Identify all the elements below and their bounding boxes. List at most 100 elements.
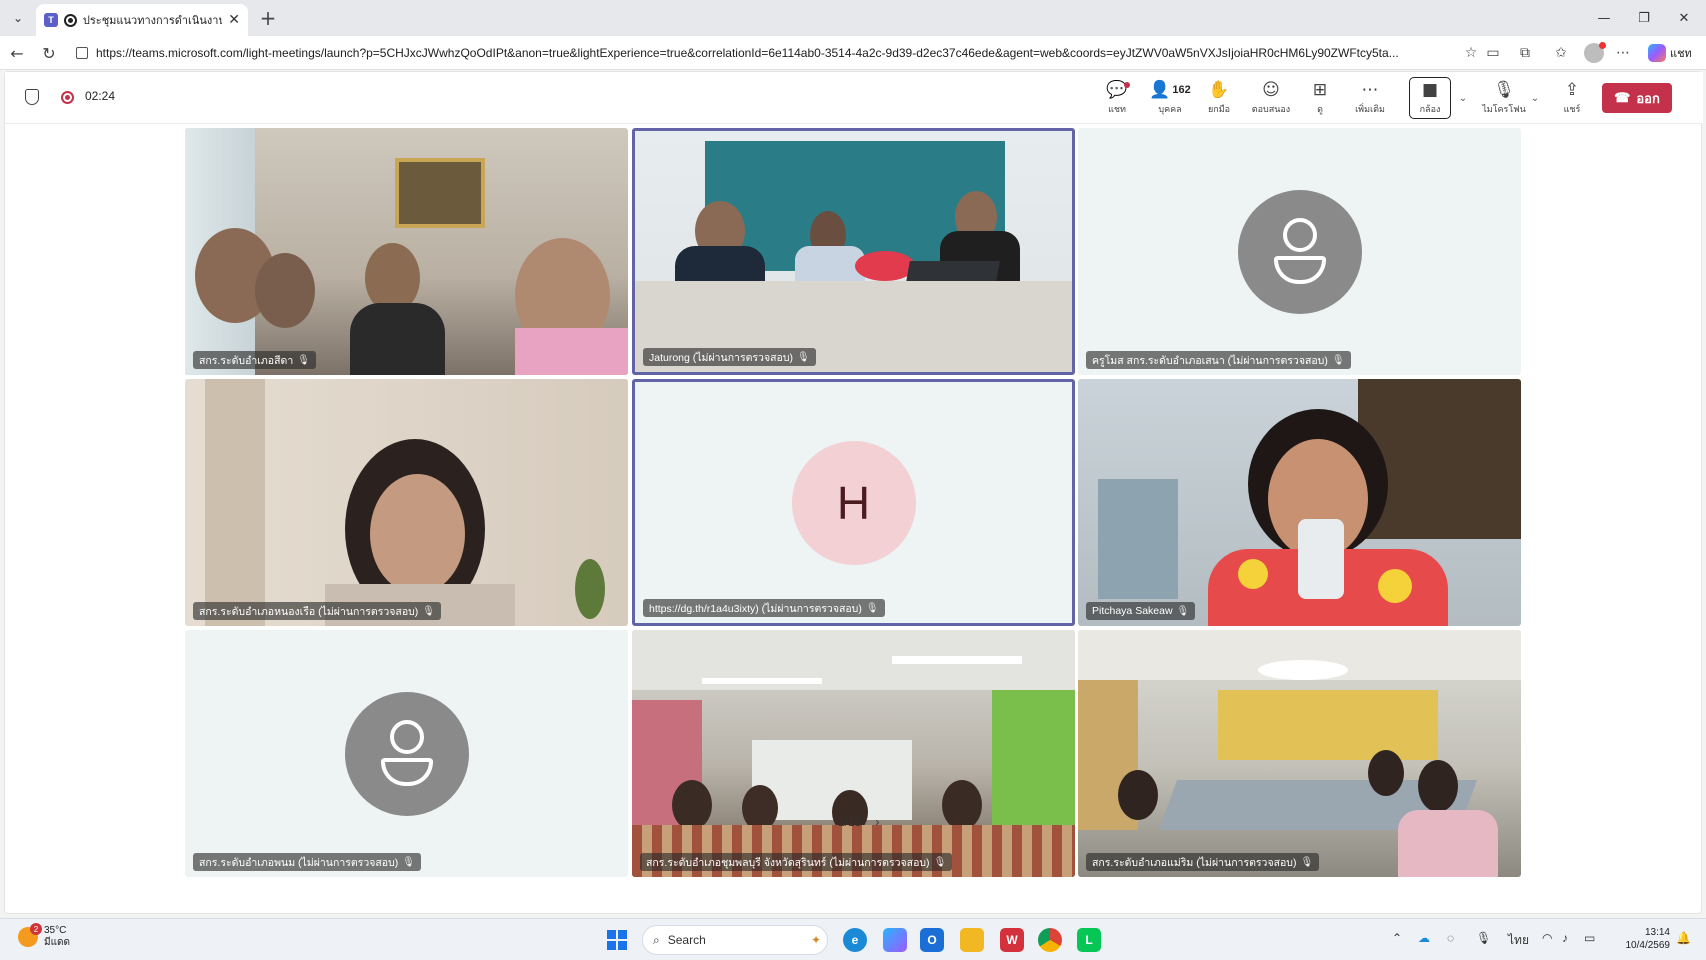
camera-button[interactable]: ■ กล้อง [1409, 77, 1451, 119]
emoji-icon: ☺ [1262, 80, 1280, 100]
video-camera-icon: ■ [1421, 80, 1439, 100]
more-icon: ⋯ [1361, 80, 1379, 100]
previous-page-icon[interactable]: ‹ [820, 815, 824, 829]
participant-video [1078, 630, 1521, 877]
mic-options-chevron-icon[interactable]: ⌄ [1527, 88, 1543, 108]
meeting-timer: 02:24 [85, 89, 116, 103]
battery-icon[interactable]: ▭ [1584, 931, 1595, 945]
camera-permission-icon[interactable]: ▭ [1484, 44, 1502, 62]
language-indicator[interactable]: ไทย [1508, 931, 1529, 950]
participant-video [185, 128, 628, 375]
react-button[interactable]: ☺ ตอบสนอง [1245, 78, 1297, 118]
hand-icon: ✋ [1208, 80, 1230, 100]
copilot-app-icon[interactable] [883, 928, 907, 952]
site-info-icon[interactable] [76, 47, 88, 59]
search-highlight-icon: ✦ [810, 933, 821, 947]
weather-desc: มีแดด [44, 937, 71, 948]
reload-button[interactable]: ↻ [38, 42, 60, 64]
video-tile[interactable]: สกร.ระดับอำเภอแม่ริม (ไม่ผ่านการตรวจสอบ)… [1078, 630, 1521, 877]
participant-video [1078, 379, 1521, 626]
shield-icon[interactable] [25, 89, 39, 105]
volume-icon[interactable]: ♪ [1562, 931, 1568, 945]
camera-options-chevron-icon[interactable]: ⌄ [1455, 88, 1471, 108]
restore-button[interactable]: ❐ [1624, 6, 1664, 30]
browser-tab-active[interactable]: T ประชุมแนวทางการดำเนินงาน ✕ [36, 4, 248, 36]
mic-muted-icon: 🎙 [1331, 354, 1345, 366]
more-button[interactable]: ⋯ เพิ่มเติม [1345, 78, 1395, 118]
notifications-icon[interactable]: 🔔 [1676, 931, 1691, 945]
file-explorer-icon[interactable] [960, 928, 984, 952]
taskbar-search[interactable]: ⌕ Search ✦ [642, 925, 828, 955]
close-window-button[interactable]: ✕ [1664, 6, 1704, 30]
video-tile[interactable]: สกร.ระดับอำเภอชุมพลบุรี จังหวัดสุรินทร์ … [632, 630, 1075, 877]
favorites-icon[interactable]: ✩ [1552, 44, 1570, 62]
copilot-label: แชท [1670, 47, 1692, 60]
weather-badge: 2 [30, 923, 42, 935]
windows-start-icon[interactable] [607, 930, 627, 950]
wifi-icon[interactable]: ◠ [1542, 931, 1552, 945]
microphone-tray-icon[interactable]: 🎙 [1476, 931, 1491, 945]
extensions-icon[interactable]: ⧉ [1516, 44, 1534, 62]
meeting-toolbar: 02:24 💬 แชท 👤 162 บุคคล ✋ ยกมือ ☺ ตอบสนอง… [5, 72, 1703, 124]
video-tile[interactable]: Jaturong (ไม่ผ่านการตรวจสอบ) 🎙 [632, 128, 1075, 375]
video-tile[interactable]: สกร.ระดับอำเภอพนม (ไม่ผ่านการตรวจสอบ) 🎙 [185, 630, 628, 877]
video-tile[interactable]: Pitchaya Sakeaw 🎙 [1078, 379, 1521, 626]
browser-window: ⌄ T ประชุมแนวทางการดำเนินงาน ✕ + — ❐ ✕ ←… [0, 0, 1706, 960]
chat-notification-dot [1124, 82, 1130, 88]
tray-app-icon[interactable]: ◌ [1447, 931, 1454, 945]
video-tile[interactable]: สกร.ระดับอำเภอสีดา 🎙 [185, 128, 628, 375]
mic-button[interactable]: 🎙 ไมโครโฟน [1475, 78, 1533, 118]
person-placeholder-icon [344, 691, 469, 816]
tab-actions-menu-button[interactable]: ⌄ [6, 7, 30, 29]
sun-icon: 2 [18, 923, 42, 947]
minimize-button[interactable]: — [1584, 6, 1624, 30]
video-tile[interactable]: H https://dg.th/r1a4u3ixty) (ไม่ผ่านการต… [632, 379, 1075, 626]
mic-muted-icon: 🎙 [933, 856, 947, 868]
participant-name-label: ครูโมส สกร.ระดับอำเภอเสนา (ไม่ผ่านการตรว… [1086, 351, 1351, 369]
next-page-icon[interactable]: › [875, 815, 879, 829]
onedrive-icon[interactable]: ☁ [1418, 931, 1430, 945]
video-tile[interactable]: ครูโมส สกร.ระดับอำเภอเสนา (ไม่ผ่านการตรว… [1078, 128, 1521, 375]
person-placeholder-icon [1237, 189, 1362, 314]
navigation-bar: ← ↻ https://teams.microsoft.com/light-me… [0, 36, 1706, 70]
gallery-pager: ‹ 1/18 › [820, 815, 879, 829]
participant-name-label: สกร.ระดับอำเภอสีดา 🎙 [193, 351, 316, 369]
favorite-star-icon[interactable]: ☆ [1462, 44, 1480, 62]
leave-button[interactable]: ☎ ออก [1602, 83, 1672, 113]
settings-more-icon[interactable]: ⋯ [1614, 44, 1632, 62]
share-screen-icon: ⇪ [1564, 80, 1580, 100]
participant-name-label: สกร.ระดับอำเภอแม่ริม (ไม่ผ่านการตรวจสอบ)… [1086, 853, 1320, 871]
recording-icon [61, 91, 74, 104]
show-hidden-icons-chevron-icon[interactable]: ⌃ [1392, 931, 1402, 945]
weather-temp: 35°C [44, 925, 67, 936]
raise-hand-button[interactable]: ✋ ยกมือ [1196, 78, 1242, 118]
profile-avatar[interactable] [1584, 42, 1606, 63]
close-tab-icon[interactable]: ✕ [228, 12, 240, 28]
participant-video [632, 630, 1075, 877]
video-tile[interactable]: สกร.ระดับอำเภอหนองเรือ (ไม่ผ่านการตรวจสอ… [185, 379, 628, 626]
outlook-icon[interactable]: O [920, 928, 944, 952]
copilot-button[interactable]: แชท [1648, 42, 1700, 64]
chat-button[interactable]: 💬 แชท [1094, 78, 1140, 118]
copilot-icon [1648, 44, 1666, 62]
back-button[interactable]: ← [6, 42, 28, 64]
tab-title: ประชุมแนวทางการดำเนินงาน [82, 15, 223, 27]
line-icon[interactable]: L [1077, 928, 1101, 952]
mic-muted-icon: 🎙 [422, 605, 435, 617]
share-button[interactable]: ⇪ แชร์ [1549, 78, 1595, 118]
participant-name-label: สกร.ระดับอำเภอพนม (ไม่ผ่านการตรวจสอบ) 🎙 [193, 853, 421, 871]
edge-icon[interactable]: e [843, 928, 867, 952]
weather-widget[interactable]: 2 35°C มีแดด [18, 923, 71, 949]
participant-name-label: สกร.ระดับอำเภอชุมพลบุรี จังหวัดสุรินทร์ … [640, 853, 953, 871]
view-button[interactable]: ⊞ ดู [1297, 78, 1343, 118]
people-button[interactable]: 👤 162 บุคคล [1144, 78, 1196, 118]
system-clock[interactable]: 13:14 10/4/2569 [1610, 926, 1671, 952]
address-bar[interactable]: https://teams.microsoft.com/light-meetin… [68, 40, 1488, 66]
url-text: https://teams.microsoft.com/light-meetin… [96, 46, 1399, 60]
mic-icon: 🎙 [865, 602, 879, 614]
mic-icon: 🎙 [796, 351, 810, 363]
chrome-icon[interactable] [1038, 928, 1062, 952]
participant-video [185, 379, 628, 626]
wps-office-icon[interactable]: W [1000, 928, 1024, 952]
new-tab-button[interactable]: + [256, 6, 280, 30]
